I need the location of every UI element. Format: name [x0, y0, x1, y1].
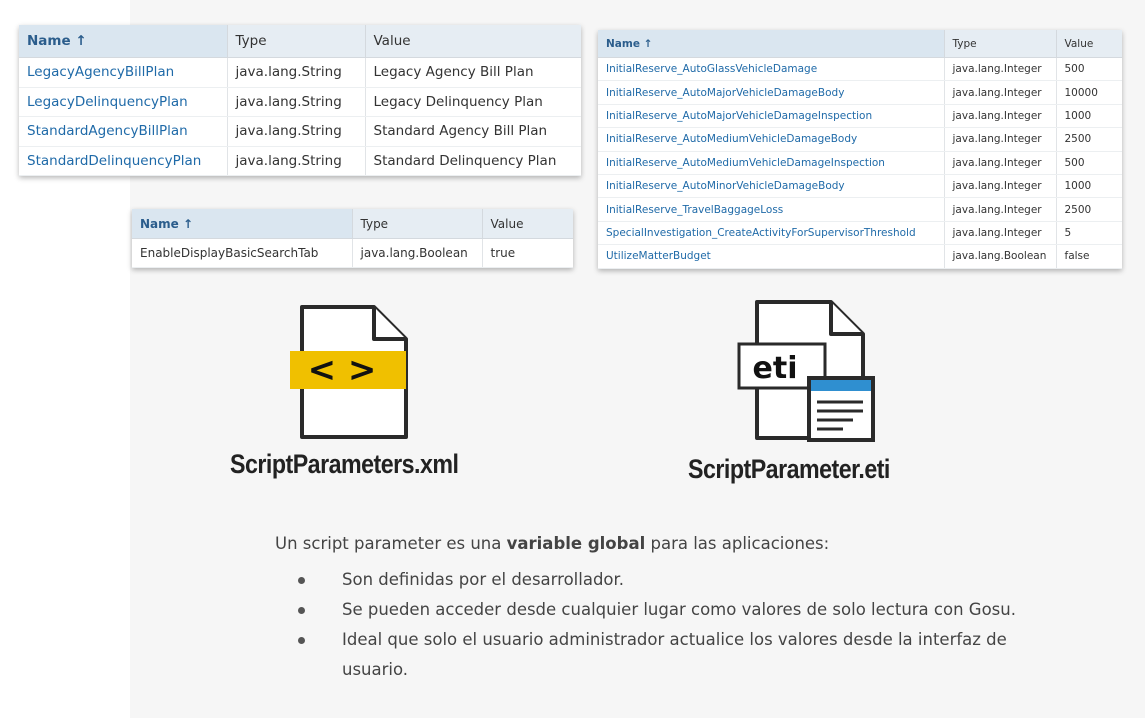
param-name-link[interactable]: InitialReserve_AutoMajorVehicleDamageIns… [598, 104, 945, 129]
param-type: java.lang.Integer [944, 197, 1057, 222]
table-row[interactable]: InitialReserve_AutoGlassVehicleDamage ja… [598, 57, 1122, 82]
eti-icon-glyph: eti [753, 351, 798, 386]
table-row[interactable]: LegacyAgencyBillPlan java.lang.String Le… [19, 57, 581, 88]
param-type: java.lang.Integer [944, 57, 1057, 82]
column-header-name[interactable]: Name ↑ [19, 25, 228, 58]
param-value: true [482, 238, 573, 268]
column-header-type[interactable]: Type [352, 209, 483, 239]
param-type: java.lang.Integer [944, 221, 1057, 246]
param-value: Legacy Agency Bill Plan [365, 57, 581, 88]
param-value: 5 [1056, 221, 1122, 246]
param-name-link[interactable]: UtilizeMatterBudget [598, 244, 945, 269]
table-row[interactable]: InitialReserve_AutoMediumVehicleDamageIn… [598, 151, 1122, 175]
bullet-item: Ideal que solo el usuario administrador … [275, 625, 1055, 685]
param-name-link[interactable]: LegacyDelinquencyPlan [19, 87, 228, 117]
param-type: java.lang.Integer [944, 174, 1057, 199]
bullet-text: Ideal que solo el usuario administrador … [342, 630, 1007, 679]
param-value: 2500 [1056, 197, 1122, 222]
intro-text: Un script parameter es una [275, 534, 507, 553]
param-value: 10000 [1056, 80, 1122, 105]
param-value: Standard Agency Bill Plan [365, 116, 581, 147]
eti-file-icon: eti [737, 300, 875, 442]
param-value: 500 [1056, 57, 1122, 82]
param-value: Standard Delinquency Plan [365, 146, 581, 176]
bullet-dot-icon [298, 577, 305, 584]
table-row[interactable]: StandardDelinquencyPlan java.lang.String… [19, 146, 581, 176]
bullet-dot-icon [298, 607, 305, 614]
param-value: 1000 [1056, 174, 1122, 199]
description-block: Un script parameter es una variable glob… [275, 534, 1055, 685]
table-row[interactable]: UtilizeMatterBudget java.lang.Boolean fa… [598, 244, 1122, 269]
column-header-type[interactable]: Type [944, 30, 1057, 58]
param-value: 2500 [1056, 127, 1122, 152]
param-name-link[interactable]: InitialReserve_AutoMajorVehicleDamageBod… [598, 80, 945, 105]
bullet-item: Son definidas por el desarrollador. [275, 565, 1055, 595]
param-name-link[interactable]: InitialReserve_AutoMediumVehicleDamageBo… [598, 127, 945, 152]
param-name-link[interactable]: StandardDelinquencyPlan [19, 146, 228, 176]
table-row[interactable]: StandardAgencyBillPlan java.lang.String … [19, 116, 581, 147]
description-intro: Un script parameter es una variable glob… [275, 534, 1055, 553]
xml-icon-glyph: < > [308, 350, 377, 390]
param-name-link[interactable]: StandardAgencyBillPlan [19, 116, 228, 147]
xml-file-caption: ScriptParameters.xml [230, 449, 459, 479]
param-value: false [1056, 244, 1122, 269]
param-type: java.lang.Integer [944, 80, 1057, 105]
param-name-link[interactable]: InitialReserve_TravelBaggageLoss [598, 197, 945, 222]
table-header-row: Name ↑ Type Value [132, 209, 573, 239]
column-header-name[interactable]: Name ↑ [132, 209, 353, 239]
param-name-link[interactable]: InitialReserve_AutoMediumVehicleDamageIn… [598, 151, 945, 175]
intro-text-end: para las aplicaciones: [645, 534, 830, 553]
script-params-table-claims: Name ↑ Type Value InitialReserve_AutoGla… [598, 30, 1122, 269]
param-type: java.lang.String [227, 146, 366, 176]
table-row[interactable]: InitialReserve_TravelBaggageLoss java.la… [598, 197, 1122, 222]
table-header-row: Name ↑ Type Value [598, 30, 1122, 58]
param-name-link[interactable]: SpecialInvestigation_CreateActivityForSu… [598, 221, 945, 246]
param-value: 1000 [1056, 104, 1122, 129]
param-type: java.lang.Integer [944, 151, 1057, 175]
eti-file-caption: ScriptParameter.eti [688, 454, 890, 484]
bullet-dot-icon [298, 637, 305, 644]
table-row[interactable]: InitialReserve_AutoMinorVehicleDamageBod… [598, 174, 1122, 199]
bullet-text: Son definidas por el desarrollador. [342, 570, 625, 589]
column-header-name[interactable]: Name ↑ [598, 30, 945, 58]
script-params-table-search: Name ↑ Type Value EnableDisplayBasicSear… [132, 209, 573, 268]
param-value: 500 [1056, 151, 1122, 175]
table-row[interactable]: InitialReserve_AutoMajorVehicleDamageBod… [598, 80, 1122, 105]
column-header-value[interactable]: Value [482, 209, 573, 239]
param-type: java.lang.Integer [944, 127, 1057, 152]
param-type: java.lang.String [227, 116, 366, 147]
bullet-list: Son definidas por el desarrollador. Se p… [275, 565, 1055, 685]
table-header-row: Name ↑ Type Value [19, 25, 581, 58]
param-name-link[interactable]: InitialReserve_AutoGlassVehicleDamage [598, 57, 945, 82]
table-row[interactable]: LegacyDelinquencyPlan java.lang.String L… [19, 87, 581, 117]
param-name-link[interactable]: LegacyAgencyBillPlan [19, 57, 228, 88]
param-name-link[interactable]: InitialReserve_AutoMinorVehicleDamageBod… [598, 174, 945, 199]
table-row[interactable]: InitialReserve_AutoMediumVehicleDamageBo… [598, 127, 1122, 152]
param-type: java.lang.Boolean [944, 244, 1057, 269]
xml-file-icon: < > [290, 305, 408, 439]
table-row[interactable]: SpecialInvestigation_CreateActivityForSu… [598, 221, 1122, 246]
table-row[interactable]: EnableDisplayBasicSearchTab java.lang.Bo… [132, 238, 573, 268]
script-params-table-billing: Name ↑ Type Value LegacyAgencyBillPlan j… [19, 25, 581, 176]
bullet-text: Se pueden acceder desde cualquier lugar … [342, 600, 1016, 619]
param-value: Legacy Delinquency Plan [365, 87, 581, 117]
param-type: java.lang.String [227, 57, 366, 88]
param-name-link[interactable]: EnableDisplayBasicSearchTab [132, 238, 353, 268]
param-type: java.lang.String [227, 87, 366, 117]
bullet-item: Se pueden acceder desde cualquier lugar … [275, 595, 1055, 625]
intro-bold-text: variable global [506, 534, 646, 553]
param-type: java.lang.Integer [944, 104, 1057, 129]
column-header-type[interactable]: Type [227, 25, 366, 58]
table-row[interactable]: InitialReserve_AutoMajorVehicleDamageIns… [598, 104, 1122, 129]
param-type: java.lang.Boolean [352, 238, 483, 268]
column-header-value[interactable]: Value [1056, 30, 1122, 58]
column-header-value[interactable]: Value [365, 25, 581, 58]
